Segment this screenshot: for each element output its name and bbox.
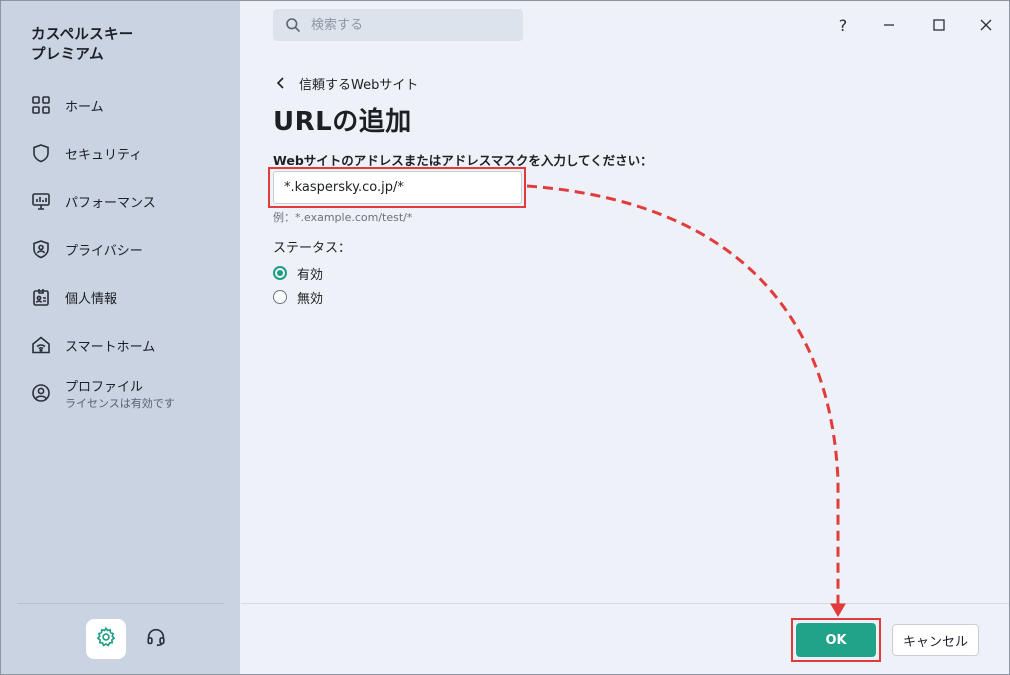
breadcrumb[interactable]: 信頼するWebサイト	[273, 73, 418, 93]
sidebar-item-label: ホーム	[65, 99, 104, 115]
wifi-home-icon	[31, 335, 51, 355]
minimize-button[interactable]	[877, 13, 901, 37]
sidebar-item-privacy[interactable]: プライバシー	[31, 235, 143, 263]
id-card-icon	[31, 287, 51, 307]
license-status: ライセンスは有効です	[65, 396, 175, 410]
app-title-line1: カスペルスキー	[31, 27, 134, 43]
close-button[interactable]	[974, 13, 998, 37]
privacy-shield-icon	[31, 239, 51, 259]
back-chevron-icon	[273, 75, 289, 91]
home-grid-icon	[31, 95, 51, 115]
radio-label: 有効	[297, 267, 324, 283]
sidebar-item-label: プライバシー	[65, 243, 143, 259]
search-input[interactable]	[309, 16, 503, 34]
sidebar-item-label: プロファイル	[65, 379, 144, 395]
radio-button-unselected[interactable]	[273, 290, 287, 304]
radio-label: 無効	[297, 291, 324, 307]
radio-enabled[interactable]: 有効	[273, 264, 324, 283]
footer-divider	[241, 603, 1009, 604]
sidebar-item-profile[interactable]: プロファイル ライセンスは有効です	[31, 375, 175, 411]
minimize-icon	[883, 16, 895, 35]
sidebar: カスペルスキー プレミアム ホーム セキュリティ パフォーマンス プライバシー …	[1, 1, 240, 674]
sidebar-item-label: パフォーマンス	[65, 195, 156, 211]
settings-button[interactable]	[86, 619, 126, 659]
breadcrumb-label: 信頼するWebサイト	[299, 77, 419, 93]
sidebar-divider	[17, 603, 224, 604]
radio-button-selected[interactable]	[273, 266, 287, 280]
url-input[interactable]	[273, 171, 522, 204]
headset-icon	[145, 626, 167, 652]
support-button[interactable]	[136, 619, 176, 659]
sidebar-item-label: 個人情報	[65, 291, 118, 307]
sidebar-item-smart-home[interactable]: スマートホーム	[31, 331, 155, 359]
profile-icon	[31, 383, 51, 403]
app-title: カスペルスキー プレミアム	[31, 25, 134, 65]
search-bar[interactable]	[273, 9, 523, 41]
shield-icon	[31, 143, 51, 163]
sidebar-item-identity[interactable]: 個人情報	[31, 283, 117, 311]
monitor-icon	[31, 191, 51, 211]
maximize-button[interactable]	[927, 13, 951, 37]
gear-icon	[95, 626, 117, 652]
help-button[interactable]: ?	[831, 13, 855, 37]
app-window: カスペルスキー プレミアム ホーム セキュリティ パフォーマンス プライバシー …	[0, 0, 1010, 675]
maximize-icon	[933, 16, 945, 35]
ok-button[interactable]: OK	[796, 623, 876, 657]
sidebar-item-label: スマートホーム	[65, 339, 156, 355]
page-title: URLの追加	[273, 107, 412, 137]
close-icon	[980, 16, 992, 35]
url-hint: 例：*.example.com/test/*	[273, 211, 413, 224]
cancel-button[interactable]: キャンセル	[892, 624, 979, 656]
status-label: ステータス：	[273, 241, 352, 256]
sidebar-item-security[interactable]: セキュリティ	[31, 139, 142, 167]
app-title-line2: プレミアム	[31, 47, 104, 63]
search-icon	[285, 17, 301, 33]
sidebar-item-home[interactable]: ホーム	[31, 91, 104, 119]
radio-disabled[interactable]: 無効	[273, 288, 324, 307]
sidebar-item-performance[interactable]: パフォーマンス	[31, 187, 156, 215]
sidebar-item-label: セキュリティ	[65, 147, 143, 163]
